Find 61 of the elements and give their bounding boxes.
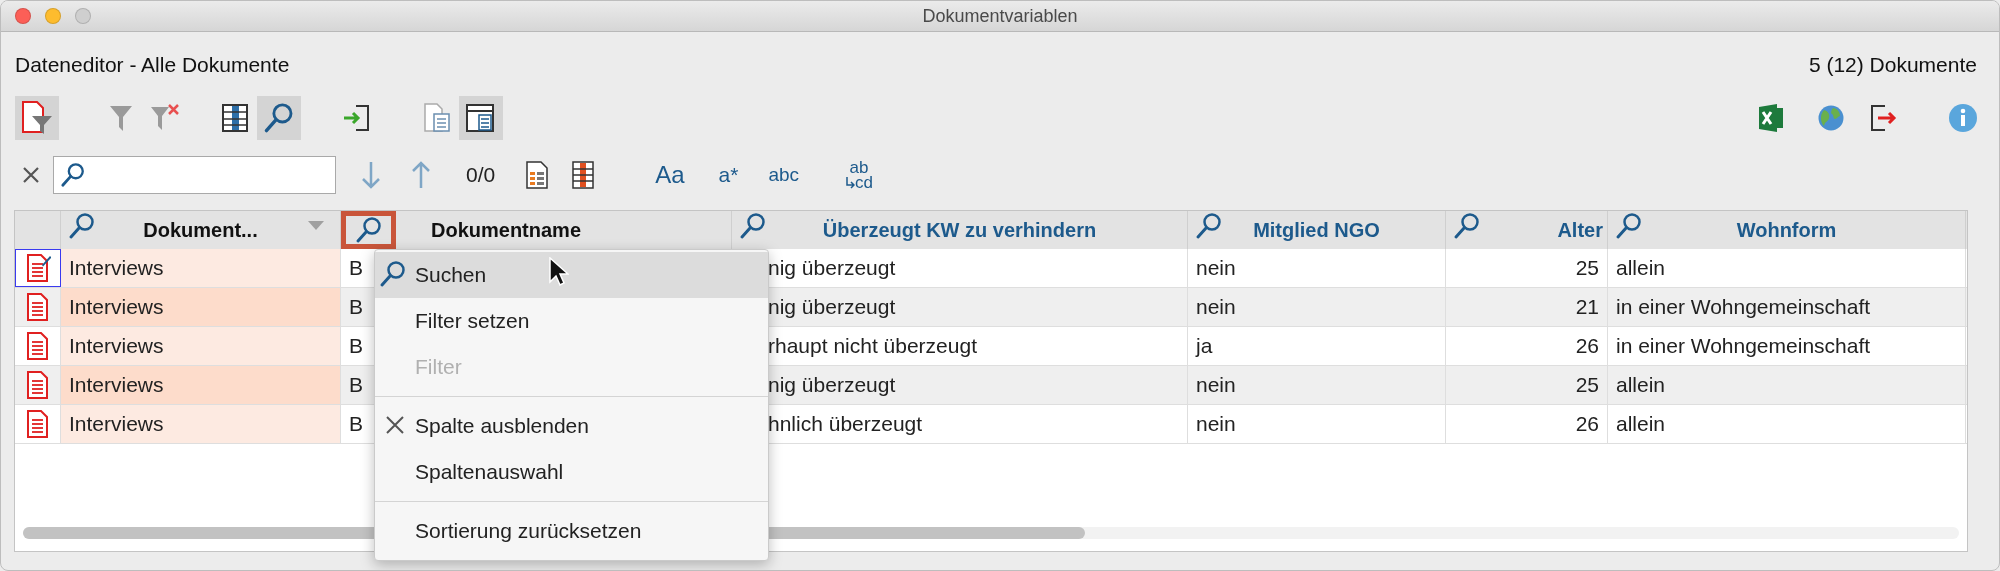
close-icon [385,415,405,435]
document-edit-icon [25,253,51,283]
export-icon[interactable] [1869,103,1897,133]
search-icon[interactable] [1195,212,1223,240]
table-cell: Interviews [61,366,341,404]
table-cell: allein [1608,366,1966,404]
search-icon[interactable] [739,212,767,240]
menu-item[interactable]: Sortierung zurücksetzen [375,508,768,554]
search-icon[interactable] [379,260,407,288]
cursor-icon [549,257,569,287]
match-counter: 0/0 [466,163,496,187]
document-icon [24,409,51,439]
search-option[interactable]: Aa [655,161,685,189]
replace-arrow-icon [845,176,856,189]
search-field[interactable] [53,156,336,194]
info-icon[interactable] [1948,103,1978,133]
document-window-icon[interactable] [465,102,497,134]
table-cell: 25 [1446,249,1608,287]
table-cell: 26 [1446,327,1608,365]
spreadsheet-icon[interactable] [1757,103,1785,133]
document-icon [24,292,51,322]
table-cell: Interviews [61,405,341,443]
search-icon[interactable] [263,102,295,134]
table-cell: in einer Wohngemeinschaft [1608,327,1966,365]
window-title: Dokumentvariablen [922,5,1078,27]
table-cell: nein [1188,288,1446,326]
table-cell: 26 [1446,405,1608,443]
close-button[interactable] [15,8,31,24]
document-list-icon[interactable] [525,160,550,190]
table-cell: Interviews [61,327,341,365]
table-cell: ja [1188,327,1446,365]
search-icon[interactable] [1615,212,1643,240]
table-cell: Interviews [61,288,341,326]
document-icon [24,331,51,361]
table-icon[interactable] [571,160,596,190]
table-cell: 25 [1446,366,1608,404]
close-icon[interactable] [21,165,41,185]
editor-title: Dateneditor - Alle Dokumente [15,53,290,77]
search-icon[interactable] [1453,212,1481,240]
table-cell: in einer Wohngemeinschaft [1608,288,1966,326]
table-cell: allein [1608,249,1966,287]
table-cell: allein [1608,405,1966,443]
table-cell: 21 [1446,288,1608,326]
globe-icon[interactable] [1817,104,1845,132]
search-icon[interactable] [68,212,96,240]
table-cell: Interviews [61,249,341,287]
search-option[interactable]: a* [718,163,739,187]
search-icon[interactable] [60,162,86,188]
table-cell: nein [1188,405,1446,443]
toolbar-button[interactable] [459,96,503,140]
table-columns-icon[interactable] [221,103,249,133]
search-icon[interactable] [354,216,383,244]
document-icon [24,370,51,400]
menu-item[interactable]: Suchen [375,252,768,298]
replace-button[interactable]: ab cd [845,160,874,190]
document-count: 5 (12) Dokumente [1808,53,1977,77]
import-icon[interactable] [342,103,372,133]
table-cell: nein [1188,366,1446,404]
search-option[interactable]: abc [768,164,800,186]
table-cell: nein [1188,249,1446,287]
menu-item[interactable]: Spaltenauswahl [375,449,768,495]
